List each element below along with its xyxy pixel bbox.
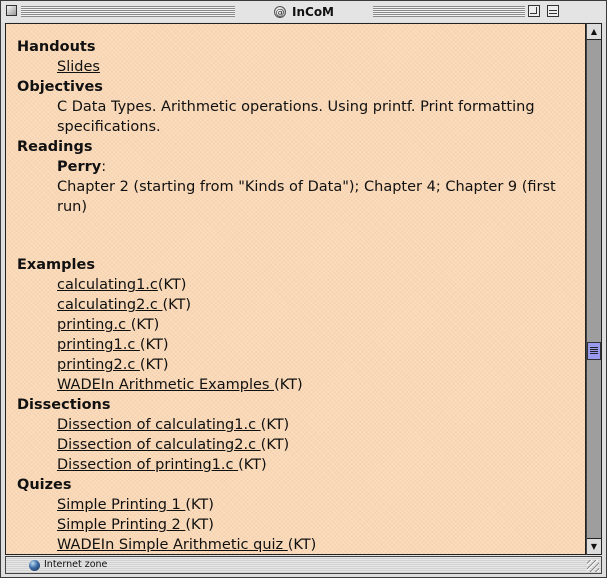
heading-readings: Readings: [17, 139, 93, 155]
title-bar[interactable]: @ InCoM: [1, 1, 606, 22]
objectives-text: C Data Types. Arithmetic operations. Usi…: [57, 99, 535, 135]
list-item: Dissection of calculating2.c (KT): [17, 435, 577, 455]
list-item: Slides: [17, 57, 577, 77]
author-tag: (KT): [238, 457, 267, 473]
scroll-down-button[interactable]: ▼: [587, 538, 601, 554]
link-example[interactable]: calculating1.c: [57, 277, 158, 293]
author-tag: (KT): [185, 497, 214, 513]
link-quiz[interactable]: Simple Printing 1: [57, 497, 185, 513]
window-title-wrap: @ InCoM: [237, 3, 371, 20]
list-item: printing.c (KT): [17, 315, 577, 335]
collapse-box[interactable]: [547, 5, 559, 17]
readings-author-line: Perry:: [17, 157, 577, 177]
readings-author-suffix: :: [101, 159, 107, 175]
status-bar: Internet zone: [5, 556, 602, 574]
arrow-up-icon: ▲: [590, 27, 598, 36]
link-dissection[interactable]: Dissection of calculating2.c: [57, 437, 261, 453]
page-body: Handouts Slides Objectives C Data Types.…: [17, 37, 577, 554]
list-item: WADEIn Arithmetic Examples (KT): [17, 375, 577, 395]
author-tag: (KT): [287, 537, 317, 553]
author-tag: (KT): [139, 357, 169, 373]
heading-objectives: Objectives: [17, 79, 103, 95]
link-dissection[interactable]: Dissection of calculating1.c: [57, 417, 261, 433]
link-quiz[interactable]: Simple Printing 2: [57, 517, 185, 533]
list-item: calculating2.c (KT): [17, 295, 577, 315]
link-example[interactable]: WADEIn Arithmetic Examples: [57, 377, 274, 393]
list-item: printing2.c (KT): [17, 355, 577, 375]
list-item: Simple Printing 2 (KT): [17, 515, 577, 535]
scroll-thumb[interactable]: [587, 342, 601, 360]
link-quiz[interactable]: WADEIn Simple Arithmetic quiz: [57, 537, 288, 553]
author-tag: (KT): [157, 277, 187, 293]
list-item: calculating1.c(KT): [17, 275, 577, 295]
browser-window: @ InCoM Handouts Slides Objectives C Dat…: [0, 0, 607, 578]
link-example[interactable]: printing2.c: [57, 357, 140, 373]
author-tag: (KT): [185, 517, 214, 533]
readings-author: Perry: [57, 159, 102, 175]
at-sign-globe-icon: @: [274, 5, 286, 18]
author-tag: (KT): [274, 377, 303, 393]
zoom-box[interactable]: [528, 5, 540, 17]
author-tag: (KT): [139, 337, 169, 353]
globe-icon: [29, 560, 40, 571]
heading-quizes: Quizes: [17, 477, 72, 493]
author-tag: (KT): [260, 437, 290, 453]
readings-text: Chapter 2 (starting from "Kinds of Data"…: [57, 179, 556, 215]
list-item: WADEIn Simple Arithmetic quiz (KT): [17, 535, 577, 554]
list-item: printing1.c (KT): [17, 335, 577, 355]
security-zone-label: Internet zone: [44, 559, 108, 570]
link-example[interactable]: printing.c: [57, 317, 131, 333]
author-tag: (KT): [162, 297, 192, 313]
window-title: InCoM: [292, 4, 334, 19]
author-tag: (KT): [260, 417, 290, 433]
link-example[interactable]: calculating2.c: [57, 297, 163, 313]
author-tag: (KT): [130, 317, 160, 333]
resize-grip-icon[interactable]: [587, 560, 599, 572]
grip-icon: [590, 347, 598, 355]
list-item: Dissection of calculating1.c (KT): [17, 415, 577, 435]
title-stripes-left: [21, 6, 235, 17]
title-stripes-right: [373, 6, 525, 17]
scroll-up-button[interactable]: ▲: [587, 24, 601, 40]
vertical-scrollbar[interactable]: ▲ ▼: [586, 23, 602, 555]
close-box[interactable]: [6, 5, 17, 16]
heading-dissections: Dissections: [17, 397, 111, 413]
page-content: Handouts Slides Objectives C Data Types.…: [5, 23, 586, 555]
heading-handouts: Handouts: [17, 39, 96, 55]
list-item: Simple Printing 1 (KT): [17, 495, 577, 515]
link-slides[interactable]: Slides: [57, 59, 100, 75]
heading-examples: Examples: [17, 257, 95, 273]
list-item: Dissection of printing1.c (KT): [17, 455, 577, 475]
link-example[interactable]: printing1.c: [57, 337, 140, 353]
arrow-down-icon: ▼: [590, 542, 598, 551]
link-dissection[interactable]: Dissection of printing1.c: [57, 457, 238, 473]
